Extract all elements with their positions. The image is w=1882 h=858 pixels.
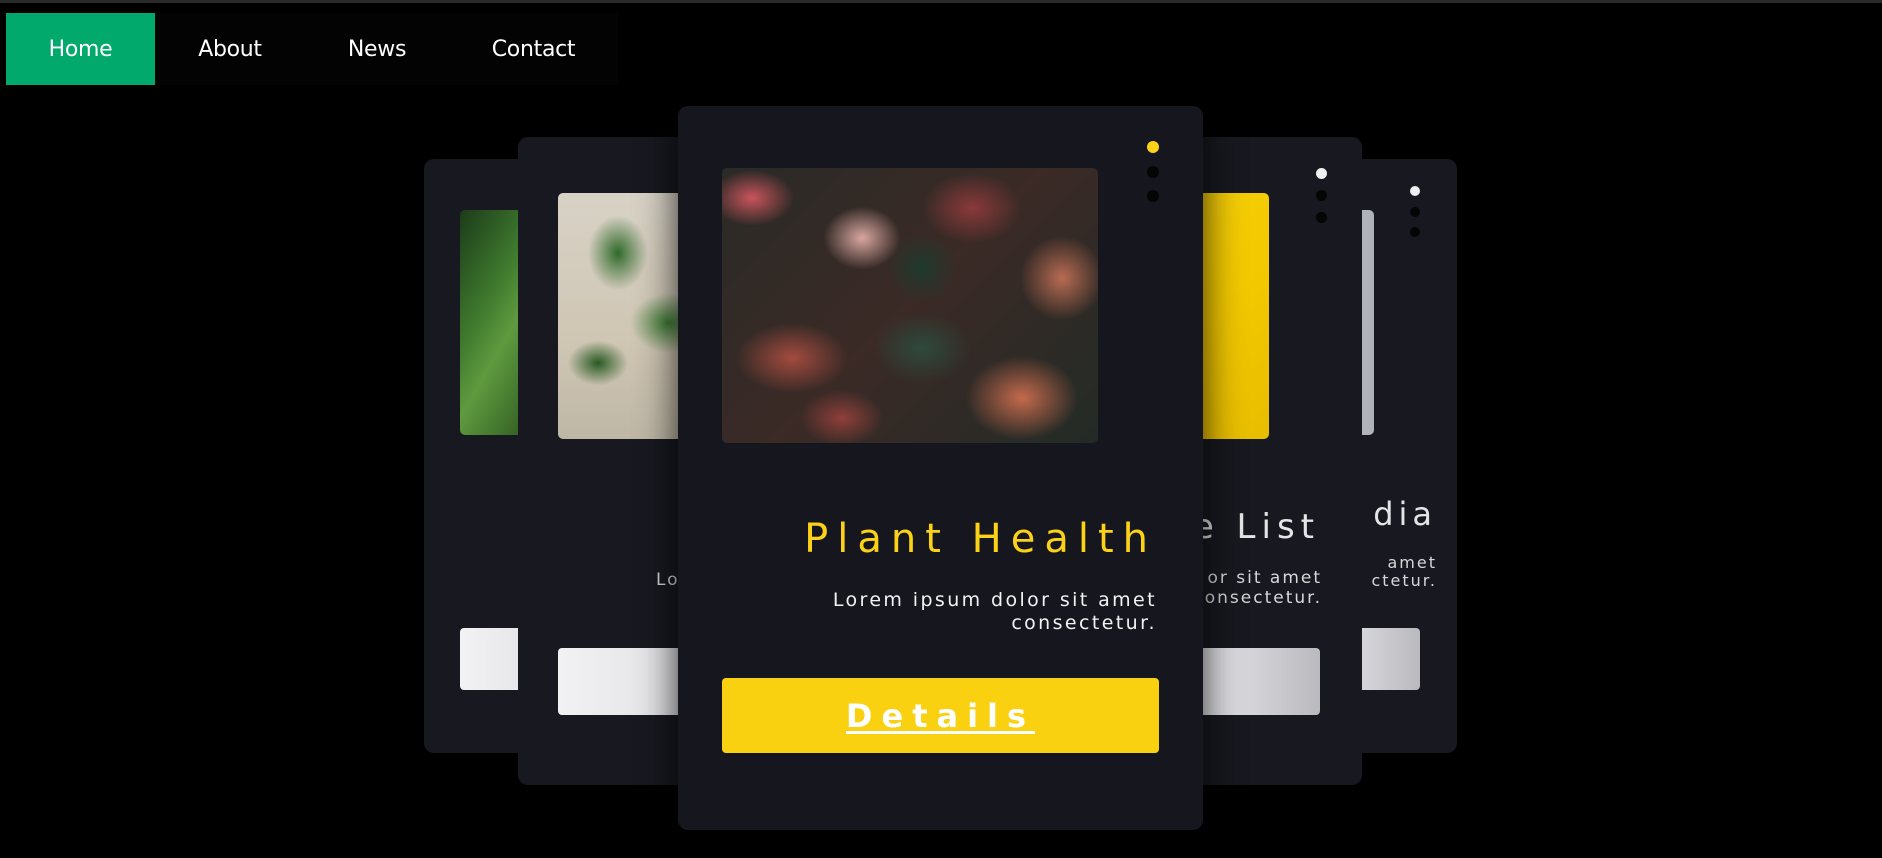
nav-contact[interactable]: Contact <box>449 13 618 85</box>
card-far-right-dot-3[interactable] <box>1410 227 1420 237</box>
nav-news[interactable]: News <box>305 13 449 85</box>
details-button[interactable]: Details <box>722 678 1159 753</box>
card-far-right-dot-1[interactable] <box>1410 186 1420 196</box>
card-right-dot-3[interactable] <box>1316 212 1327 223</box>
carousel-dot-active[interactable] <box>1147 141 1159 153</box>
card-center-title: Plant Health <box>804 516 1157 562</box>
nav-about[interactable]: About <box>155 13 305 85</box>
carousel-dot-3[interactable] <box>1147 190 1159 202</box>
top-border <box>0 0 1882 3</box>
card-image-colorful-leaves <box>722 168 1098 443</box>
carousel-dot-2[interactable] <box>1147 166 1159 178</box>
card-center-text: Lorem ipsum dolor sit amet consectetur. <box>797 589 1157 635</box>
card-right-title: e List <box>1192 507 1320 547</box>
main-nav: Home About News Contact <box>6 13 618 85</box>
card-center[interactable]: Plant Health Lorem ipsum dolor sit amet … <box>678 106 1203 830</box>
card-right-dot-2[interactable] <box>1316 190 1327 201</box>
card-center-text-line2: consectetur. <box>1011 612 1157 634</box>
card-far-right-dot-2[interactable] <box>1410 207 1420 217</box>
nav-home[interactable]: Home <box>6 13 155 85</box>
card-far-right-title: dia <box>1373 495 1437 533</box>
card-center-text-line1: Lorem ipsum dolor sit amet <box>832 589 1157 611</box>
card-right-dot-1[interactable] <box>1316 168 1327 179</box>
card-left-text: Lo <box>656 570 680 590</box>
